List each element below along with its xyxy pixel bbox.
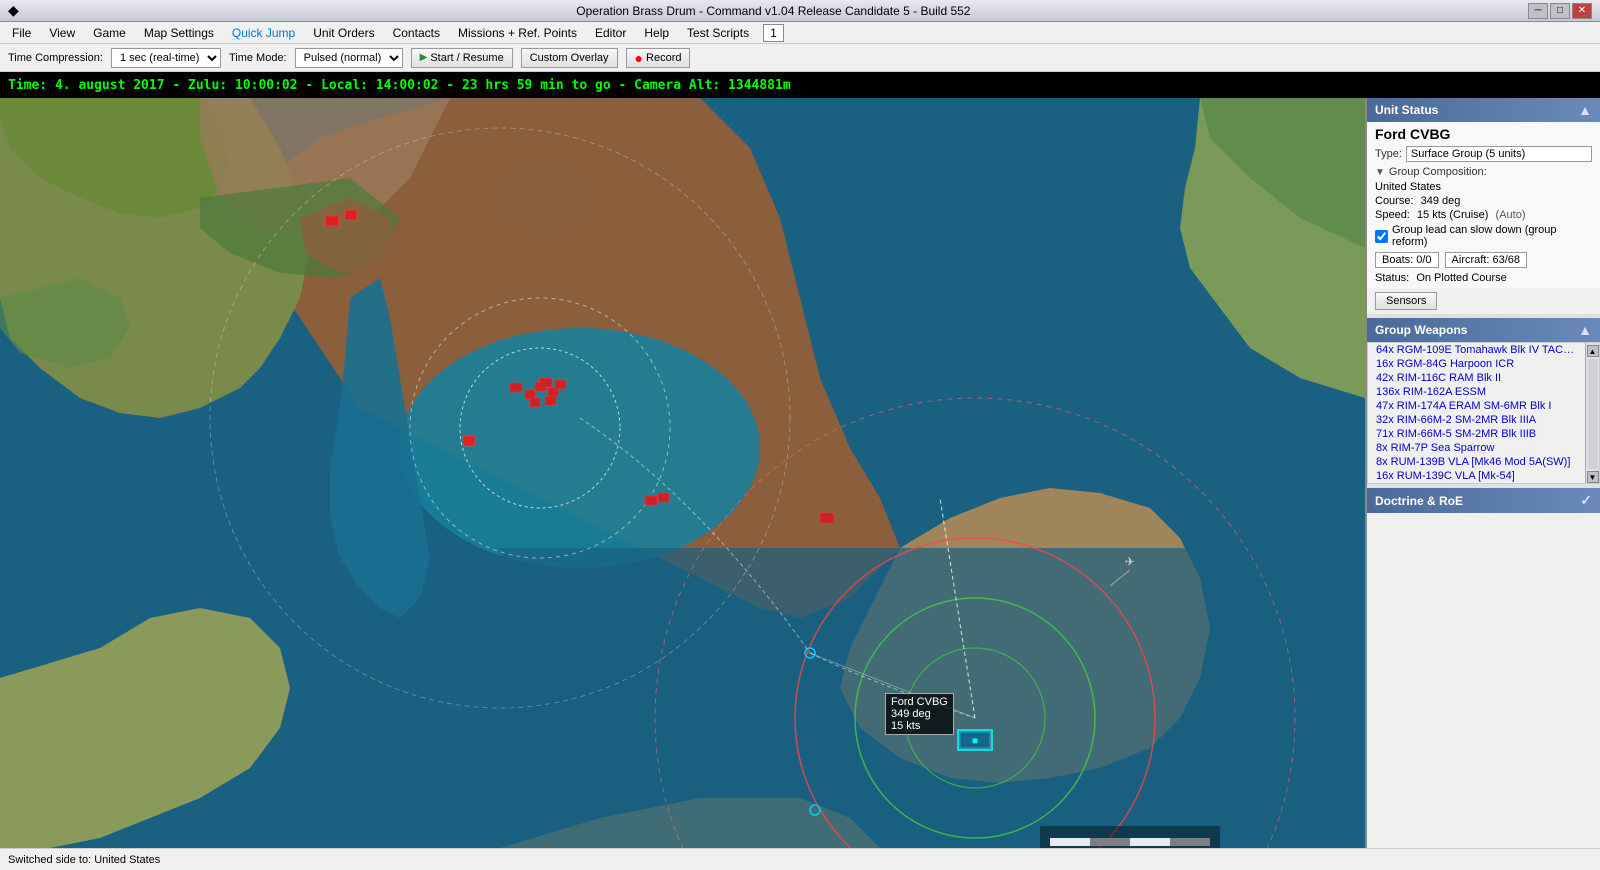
menu-contacts[interactable]: Contacts: [385, 24, 448, 42]
status-value: On Plotted Course: [1416, 272, 1507, 284]
menu-view[interactable]: View: [41, 24, 83, 42]
group-weapons-title: Group Weapons: [1375, 323, 1467, 337]
unit-course-row: Course: 349 deg: [1367, 194, 1600, 208]
weapons-list: 64x RGM-109E Tomahawk Blk IV TACTOM 16x …: [1368, 343, 1585, 483]
weapons-scrollbar[interactable]: ▲ ▼: [1585, 343, 1599, 483]
menu-editor[interactable]: Editor: [587, 24, 634, 42]
tooltip-course: 349 deg: [891, 708, 948, 720]
time-compression-label: Time Compression:: [8, 52, 103, 64]
time-compression-select[interactable]: 1 sec (real-time): [111, 48, 221, 68]
unit-country: United States: [1367, 180, 1600, 194]
unit-status-title: Unit Status: [1375, 103, 1438, 117]
map-unit-tooltip: Ford CVBG 349 deg 15 kts: [885, 693, 954, 735]
map-status-bar: Time: 4. august 2017 - Zulu: 10:00:02 - …: [0, 72, 1600, 98]
record-button[interactable]: ● Record: [626, 48, 691, 68]
doctrine-roe-collapse-btn[interactable]: ✓: [1580, 492, 1592, 509]
weapon-item-0[interactable]: 64x RGM-109E Tomahawk Blk IV TACTOM: [1368, 343, 1585, 357]
weapon-item-7[interactable]: 8x RIM-7P Sea Sparrow: [1368, 441, 1585, 455]
group-lead-label: Group lead can slow down (group reform): [1392, 224, 1592, 248]
unit-type-row: Type: Surface Group (5 units): [1367, 144, 1600, 164]
speed-value: 15 kts (Cruise): [1417, 209, 1489, 221]
time-mode-select[interactable]: Pulsed (normal): [295, 48, 403, 68]
weapon-item-4[interactable]: 47x RIM-174A ERAM SM-6MR Blk I: [1368, 399, 1585, 413]
menu-file[interactable]: File: [4, 24, 39, 42]
status-text: Switched side to: United States: [8, 854, 160, 866]
group-comp-label: Group Composition:: [1389, 166, 1487, 178]
main-area: ■ ✈: [0, 98, 1600, 848]
menu-quick-jump[interactable]: Quick Jump: [224, 24, 303, 42]
right-panel: Unit Status ▲ Ford CVBG Type: Surface Gr…: [1365, 98, 1600, 848]
menu-map-settings[interactable]: Map Settings: [136, 24, 222, 42]
weapon-item-3[interactable]: 136x RIM-162A ESSM: [1368, 385, 1585, 399]
sensors-button[interactable]: Sensors: [1375, 292, 1437, 310]
menu-test-scripts[interactable]: Test Scripts: [679, 24, 757, 42]
map-area[interactable]: ■ ✈: [0, 98, 1365, 848]
boats-count: Boats: 0/0: [1375, 252, 1439, 268]
group-weapons-header: Group Weapons ▲: [1367, 318, 1600, 342]
titlebar: ◆ Operation Brass Drum - Command v1.04 R…: [0, 0, 1600, 22]
window-title: Operation Brass Drum - Command v1.04 Rel…: [19, 4, 1528, 18]
map-svg: ■ ✈: [0, 98, 1365, 848]
custom-overlay-button[interactable]: Custom Overlay: [521, 48, 618, 68]
menu-unit-orders[interactable]: Unit Orders: [305, 24, 382, 42]
tab-number[interactable]: 1: [763, 24, 784, 42]
boats-aircraft-row: Boats: 0/0 Aircraft: 63/68: [1367, 250, 1600, 270]
status-label: Status:: [1375, 272, 1409, 284]
doctrine-roe-title: Doctrine & RoE: [1375, 494, 1463, 508]
doctrine-roe-header: Doctrine & RoE ✓: [1367, 488, 1600, 513]
aircraft-count: Aircraft: 63/68: [1445, 252, 1527, 268]
time-mode-label: Time Mode:: [229, 52, 287, 64]
type-label: Type:: [1375, 148, 1402, 160]
unit-name: Ford CVBG: [1367, 122, 1600, 144]
weapon-item-1[interactable]: 16x RGM-84G Harpoon ICR: [1368, 357, 1585, 371]
weapon-item-2[interactable]: 42x RIM-116C RAM Blk II: [1368, 371, 1585, 385]
menu-game[interactable]: Game: [85, 24, 134, 42]
speed-mode: (Auto): [1496, 209, 1526, 221]
unit-status-collapse-btn[interactable]: ▲: [1578, 102, 1592, 118]
svg-text:✈: ✈: [1125, 551, 1135, 570]
expand-arrow-icon[interactable]: ▼: [1375, 167, 1385, 178]
menubar: File View Game Map Settings Quick Jump U…: [0, 22, 1600, 44]
unit-speed-row: Speed: 15 kts (Cruise) (Auto): [1367, 208, 1600, 222]
scroll-down-btn[interactable]: ▼: [1587, 471, 1599, 483]
group-lead-checkbox[interactable]: [1375, 230, 1388, 243]
close-button[interactable]: ✕: [1572, 3, 1592, 19]
start-resume-button[interactable]: ▶ Start / Resume: [411, 48, 513, 68]
weapon-item-5[interactable]: 32x RIM-66M-2 SM-2MR Blk IIIA: [1368, 413, 1585, 427]
tooltip-unit-name: Ford CVBG: [891, 696, 948, 708]
play-icon: ▶: [420, 52, 428, 63]
unit-status-header: Unit Status ▲: [1367, 98, 1600, 122]
weapons-container: 64x RGM-109E Tomahawk Blk IV TACTOM 16x …: [1367, 342, 1600, 484]
weapon-item-9[interactable]: 16x RUM-139C VLA [Mk-54]: [1368, 469, 1585, 483]
menu-help[interactable]: Help: [636, 24, 677, 42]
speed-label: Speed:: [1375, 209, 1410, 221]
statusbar: Switched side to: United States: [0, 848, 1600, 870]
unit-status-row: Status: On Plotted Course: [1367, 270, 1600, 288]
scroll-up-btn[interactable]: ▲: [1587, 345, 1599, 357]
maximize-button[interactable]: □: [1550, 3, 1570, 19]
scroll-thumb[interactable]: [1588, 359, 1598, 469]
app-icon: ◆: [8, 2, 19, 19]
group-lead-checkbox-row[interactable]: Group lead can slow down (group reform): [1367, 222, 1600, 250]
record-dot-icon: ●: [635, 51, 643, 65]
menu-missions-ref[interactable]: Missions + Ref. Points: [450, 24, 585, 42]
weapon-item-8[interactable]: 8x RUM-139B VLA [Mk46 Mod 5A(SW)]: [1368, 455, 1585, 469]
weapon-item-6[interactable]: 71x RIM-66M-5 SM-2MR Blk IIIB: [1368, 427, 1585, 441]
course-value: 349 deg: [1421, 195, 1461, 207]
map-status-text: Time: 4. august 2017 - Zulu: 10:00:02 - …: [8, 78, 791, 93]
svg-text:■: ■: [973, 736, 978, 745]
toolbar: Time Compression: 1 sec (real-time) Time…: [0, 44, 1600, 72]
type-value: Surface Group (5 units): [1406, 146, 1592, 162]
tooltip-speed: 15 kts: [891, 720, 948, 732]
course-label: Course:: [1375, 195, 1414, 207]
minimize-button[interactable]: ─: [1528, 3, 1548, 19]
group-weapons-collapse-btn[interactable]: ▲: [1578, 322, 1592, 338]
group-composition-row: ▼ Group Composition:: [1367, 164, 1600, 180]
